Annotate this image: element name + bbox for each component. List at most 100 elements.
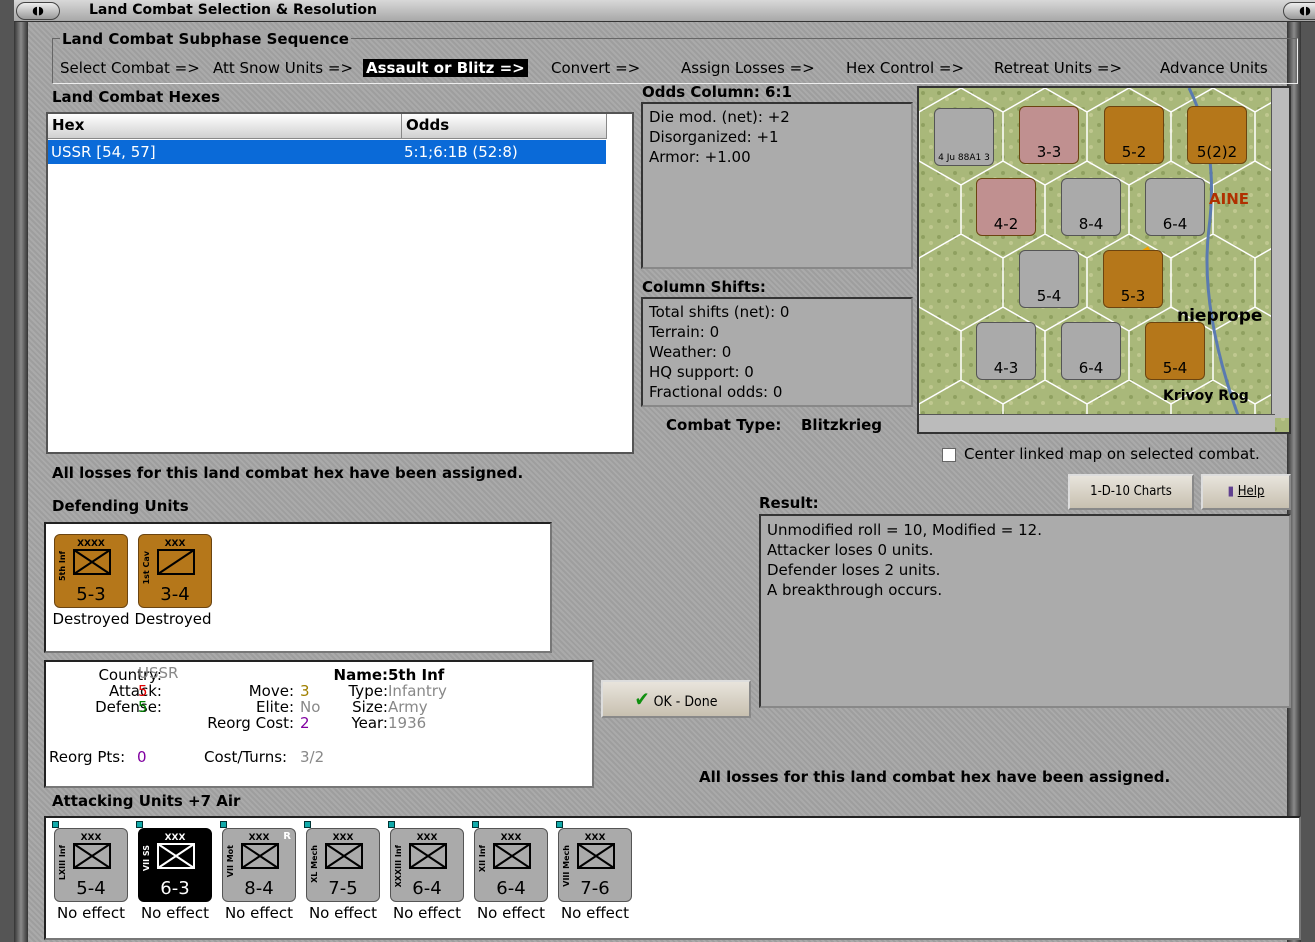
attacking-unit-counter[interactable]: XXX XII Inf 6-4 (472, 821, 548, 902)
help-book-icon: ▮ (1227, 484, 1235, 499)
seq-step-retreat: Retreat Units => (994, 59, 1123, 77)
result-breakthrough: A breakthrough occurs. (767, 581, 943, 599)
unit-size: XXX (332, 833, 354, 843)
fractional-odds-text: Fractional odds: 0 (649, 383, 783, 401)
result-title: Result: (759, 494, 819, 512)
center-map-label: Center linked map on selected combat. (964, 445, 1260, 463)
unit-status-marker (304, 821, 311, 828)
hq-support-text: HQ support: 0 (649, 363, 754, 381)
map-counter-8-4[interactable]: 8-4 (1061, 178, 1121, 236)
result-attacker-losses: Attacker loses 0 units. (767, 541, 934, 559)
infantry-symbol-icon (577, 843, 615, 869)
column-header-hex[interactable]: Hex (48, 114, 402, 139)
map-counter-hun-4-2[interactable]: 4-2 (976, 178, 1036, 236)
unit-name: 5th Inf (58, 551, 67, 582)
table-row[interactable]: USSR [54, 57] 5:1;6:1B (52:8) (48, 140, 606, 164)
unit-size: XXX (416, 833, 438, 843)
center-map-checkbox[interactable] (942, 448, 956, 462)
armor-text: Armor: +1.00 (649, 148, 751, 166)
frame-left (14, 22, 28, 942)
unit-size: XXX (584, 833, 606, 843)
close-window-icon[interactable]: ◖◗ (1283, 2, 1315, 20)
attacking-unit-status: No effect (224, 904, 294, 922)
unit-size: XXXX (77, 539, 105, 549)
defending-units-panel: XXXX 5th Inf 5-3 Destroyed XXX 1st Cav 3… (44, 522, 552, 653)
infantry-symbol-icon (241, 843, 279, 869)
combat-hexes-title: Land Combat Hexes (52, 88, 221, 106)
subphase-sequence-title: Land Combat Subphase Sequence (60, 30, 351, 48)
defending-unit-counter[interactable]: XXXX 5th Inf 5-3 (54, 534, 128, 608)
seq-step-assault-blitz: Assault or Blitz => (363, 59, 528, 77)
attacking-unit-status: No effect (476, 904, 546, 922)
odds-cell: 5:1;6:1B (52:8) (404, 143, 518, 161)
map-air-unit-counter[interactable]: 4 Ju 88A1 3 (934, 108, 994, 166)
unit-status-marker (388, 821, 395, 828)
attacking-unit-counter[interactable]: XXX XL Mech 7-5 (304, 821, 380, 902)
unit-values: 6-3 (160, 878, 190, 899)
system-menu-icon[interactable]: ◖◗ (16, 2, 60, 20)
result-panel: Unmodified roll = 10, Modified = 12. Att… (759, 514, 1291, 708)
charts-button[interactable]: 1-D-10 Charts (1068, 474, 1194, 510)
map-counter-6-4[interactable]: 6-4 (1145, 178, 1205, 236)
year-label: Year: (351, 714, 388, 732)
reorg-cost-label: Reorg Cost: (207, 714, 294, 732)
defending-unit-counter[interactable]: XXX 1st Cav 3-4 (138, 534, 212, 608)
defense-value: 5 (138, 698, 148, 716)
attacking-unit-status: No effect (392, 904, 462, 922)
attacking-unit-counter[interactable]: XXX LXIII Inf 5-4 (52, 821, 128, 902)
map-label-krivoy-rog: Krivoy Rog (1163, 388, 1249, 404)
map-vertical-scrollbar[interactable] (1271, 88, 1289, 418)
map-horizontal-scrollbar[interactable] (919, 414, 1275, 432)
attacking-unit-counter[interactable]: XXX VII SS 6-3 (136, 821, 212, 902)
linked-map[interactable]: 4 Ju 88A1 3 3-3 5-2 5(2)2 4-2 8-4 6-4 AI… (917, 86, 1291, 434)
charts-button-label: 1-D-10 Charts (1090, 484, 1172, 499)
map-counter-5-4[interactable]: 5-4 (1019, 250, 1079, 308)
map-counter-5-2-2[interactable]: 5(2)2 (1187, 106, 1247, 164)
attacking-unit-status: No effect (56, 904, 126, 922)
window-title: Land Combat Selection & Resolution (89, 2, 378, 18)
attacking-unit-status: No effect (308, 904, 378, 922)
odds-column-title: Odds Column: 6:1 (642, 83, 792, 101)
column-header-odds[interactable]: Odds (402, 114, 607, 139)
seq-step-assign-losses: Assign Losses => (681, 59, 815, 77)
unit-size: XXX (164, 833, 186, 843)
attacking-unit-counter[interactable]: XXX VIII Mech 7-6 (556, 821, 632, 902)
attacking-unit-counter[interactable]: XXX XXXIII Inf 6-4 (388, 821, 464, 902)
seq-step-hex-control: Hex Control => (846, 59, 965, 77)
ok-done-button[interactable]: ✔ OK - Done (601, 680, 751, 718)
unit-values: 8-4 (244, 878, 274, 899)
dialog-window: ◖◗ Land Combat Selection & Resolution ◖◗… (0, 0, 1315, 942)
infantry-symbol-icon (409, 843, 447, 869)
map-counter-5-2[interactable]: 5-2 (1104, 106, 1164, 164)
unit-status-marker (52, 821, 59, 828)
defending-unit-status: Destroyed (52, 610, 130, 628)
map-counter-rom-4-3[interactable]: 4-3 (976, 322, 1036, 380)
combat-type-label: Combat Type: (666, 416, 782, 434)
unit-values: 5-3 (76, 584, 106, 605)
attacking-unit-status: No effect (560, 904, 630, 922)
map-counter-hun-3-3[interactable]: 3-3 (1019, 106, 1079, 164)
unit-values: 7-6 (580, 878, 610, 899)
attacking-unit-status: No effect (140, 904, 210, 922)
unit-values: 3-4 (160, 584, 190, 605)
die-mod-text: Die mod. (net): +2 (649, 108, 790, 126)
defense-label: Defense: (95, 698, 162, 716)
terrain-text: Terrain: 0 (649, 323, 720, 341)
infantry-symbol-icon (73, 549, 111, 575)
map-counter-5-4-b[interactable]: 5-4 (1145, 322, 1205, 380)
map-air-unit-label: 4 Ju 88A1 3 (938, 153, 990, 163)
unit-values: 7-5 (328, 878, 358, 899)
cost-turns-value: 3/2 (300, 748, 325, 766)
unit-status-marker (556, 821, 563, 828)
defending-units-title: Defending Units (52, 497, 189, 515)
map-counter-6-4-b[interactable]: 6-4 (1061, 322, 1121, 380)
unit-values: 6-4 (496, 878, 526, 899)
map-counter-target-5-3[interactable]: 5-3 (1103, 250, 1163, 308)
attacking-units-title: Attacking Units +7 Air (52, 792, 241, 810)
column-shifts-title: Column Shifts: (642, 278, 766, 296)
help-button[interactable]: ▮ Help (1201, 474, 1291, 510)
unit-name: VII Mot (226, 845, 235, 878)
attacking-unit-counter[interactable]: XXX VII Mot R 8-4 (220, 821, 296, 902)
defending-unit-status: Destroyed (134, 610, 212, 628)
result-defender-losses: Defender loses 2 units. (767, 561, 941, 579)
